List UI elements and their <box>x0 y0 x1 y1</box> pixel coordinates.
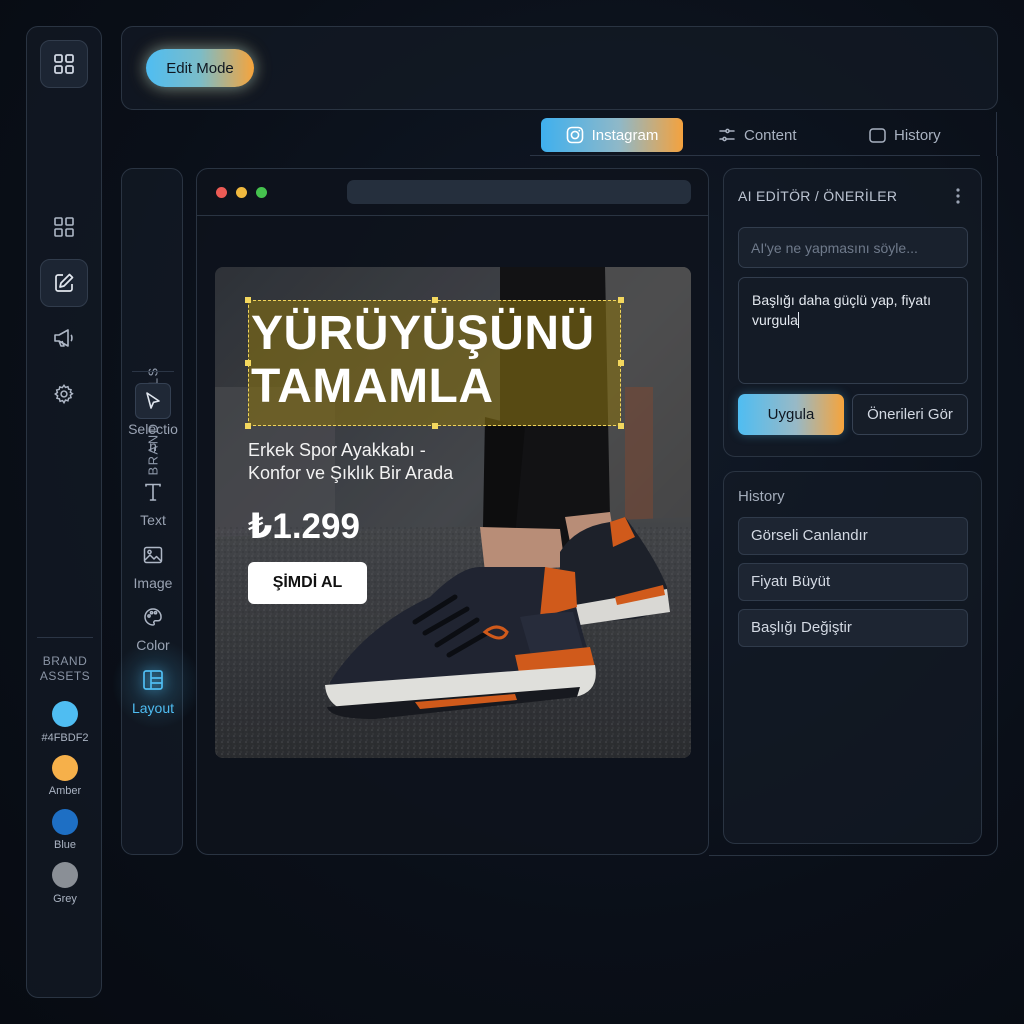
settings-button[interactable] <box>40 370 88 418</box>
browser-bar <box>197 169 708 216</box>
dashboard-button[interactable] <box>40 203 88 251</box>
campaigns-button[interactable] <box>40 314 88 362</box>
maximize-dot[interactable] <box>256 187 267 198</box>
resize-handle[interactable] <box>245 423 251 429</box>
tool-label: Image <box>133 575 173 591</box>
tab-history[interactable]: History <box>869 118 941 152</box>
instagram-icon <box>566 126 583 144</box>
tool-image[interactable]: Image <box>122 537 184 592</box>
headline-selection-box[interactable]: YÜRÜYÜŞÜNÜ TAMAMLA <box>245 297 624 429</box>
tool-selection[interactable]: Selection <box>122 383 184 455</box>
swatch-amber[interactable] <box>52 755 78 781</box>
layout-icon <box>143 670 163 690</box>
close-dot[interactable] <box>216 187 227 198</box>
tool-layout[interactable]: Layout <box>122 662 184 717</box>
workspace-outline <box>709 156 998 856</box>
rail-divider <box>37 637 93 638</box>
left-rail: BRAND ASSETS #4FBDF2 Amber Blue Grey <box>26 26 102 998</box>
swatch-label: Grey <box>53 893 77 905</box>
tab-label: Instagram <box>591 126 659 144</box>
swatch-blue[interactable] <box>52 809 78 835</box>
instagram-ad-preview[interactable]: YÜRÜYÜŞÜNÜ TAMAMLA Erkek Spor Ayakkabı -… <box>215 267 691 758</box>
resize-handle[interactable] <box>432 297 438 303</box>
swatch-cyan[interactable] <box>52 701 78 727</box>
tool-label: Selection <box>128 421 178 454</box>
minimize-dot[interactable] <box>236 187 247 198</box>
grid-icon <box>54 54 74 74</box>
settings-icon <box>54 384 74 405</box>
ad-headline[interactable]: YÜRÜYÜŞÜNÜ TAMAMLA <box>249 307 620 413</box>
edit-icon <box>55 273 74 292</box>
swatch-grey[interactable] <box>52 862 78 888</box>
tab-label: Content <box>744 126 797 144</box>
editor-button[interactable] <box>40 259 88 307</box>
resize-handle[interactable] <box>432 423 438 429</box>
megaphone-icon <box>54 329 73 347</box>
edit-mode-button[interactable]: Edit Mode <box>146 49 254 87</box>
window-icon <box>869 127 886 143</box>
tabs-edge <box>996 112 997 156</box>
sliders-icon <box>719 128 735 142</box>
top-bar: Edit Mode <box>121 26 998 110</box>
url-bar[interactable] <box>347 180 691 204</box>
tab-label: History <box>894 126 941 144</box>
dashboard-icon <box>54 217 74 237</box>
brand-tools-panel: BRAND TOOLS Selection Text Image Color L… <box>112 168 202 855</box>
resize-handle[interactable] <box>618 423 624 429</box>
swatch-label: Blue <box>53 839 77 851</box>
resize-handle[interactable] <box>245 297 251 303</box>
tab-instagram[interactable]: Instagram <box>541 118 683 152</box>
apps-grid-button[interactable] <box>40 40 88 88</box>
image-icon <box>143 546 163 564</box>
ad-price[interactable]: ₺1.299 <box>248 507 360 547</box>
cursor-icon <box>146 392 160 409</box>
canvas-frame: YÜRÜYÜŞÜNÜ TAMAMLA Erkek Spor Ayakkabı -… <box>196 168 709 855</box>
tool-label: Layout <box>131 700 175 716</box>
tool-label: Text <box>140 512 166 528</box>
text-icon <box>145 483 161 501</box>
tab-content[interactable]: Content <box>718 118 797 152</box>
ad-subtitle[interactable]: Erkek Spor Ayakkabı - Konfor ve Şıklık B… <box>248 439 548 485</box>
tools-divider <box>132 371 174 372</box>
tool-color[interactable]: Color <box>122 599 184 654</box>
shop-now-button[interactable]: ŞİMDİ AL <box>248 562 367 604</box>
palette-icon <box>144 608 162 626</box>
tool-label: Color <box>136 637 170 653</box>
swatch-label: #4FBDF2 <box>41 732 89 744</box>
tool-text[interactable]: Text <box>122 474 184 529</box>
swatch-label: Amber <box>48 785 82 797</box>
resize-handle[interactable] <box>618 297 624 303</box>
brand-assets-label: BRAND ASSETS <box>39 654 91 683</box>
